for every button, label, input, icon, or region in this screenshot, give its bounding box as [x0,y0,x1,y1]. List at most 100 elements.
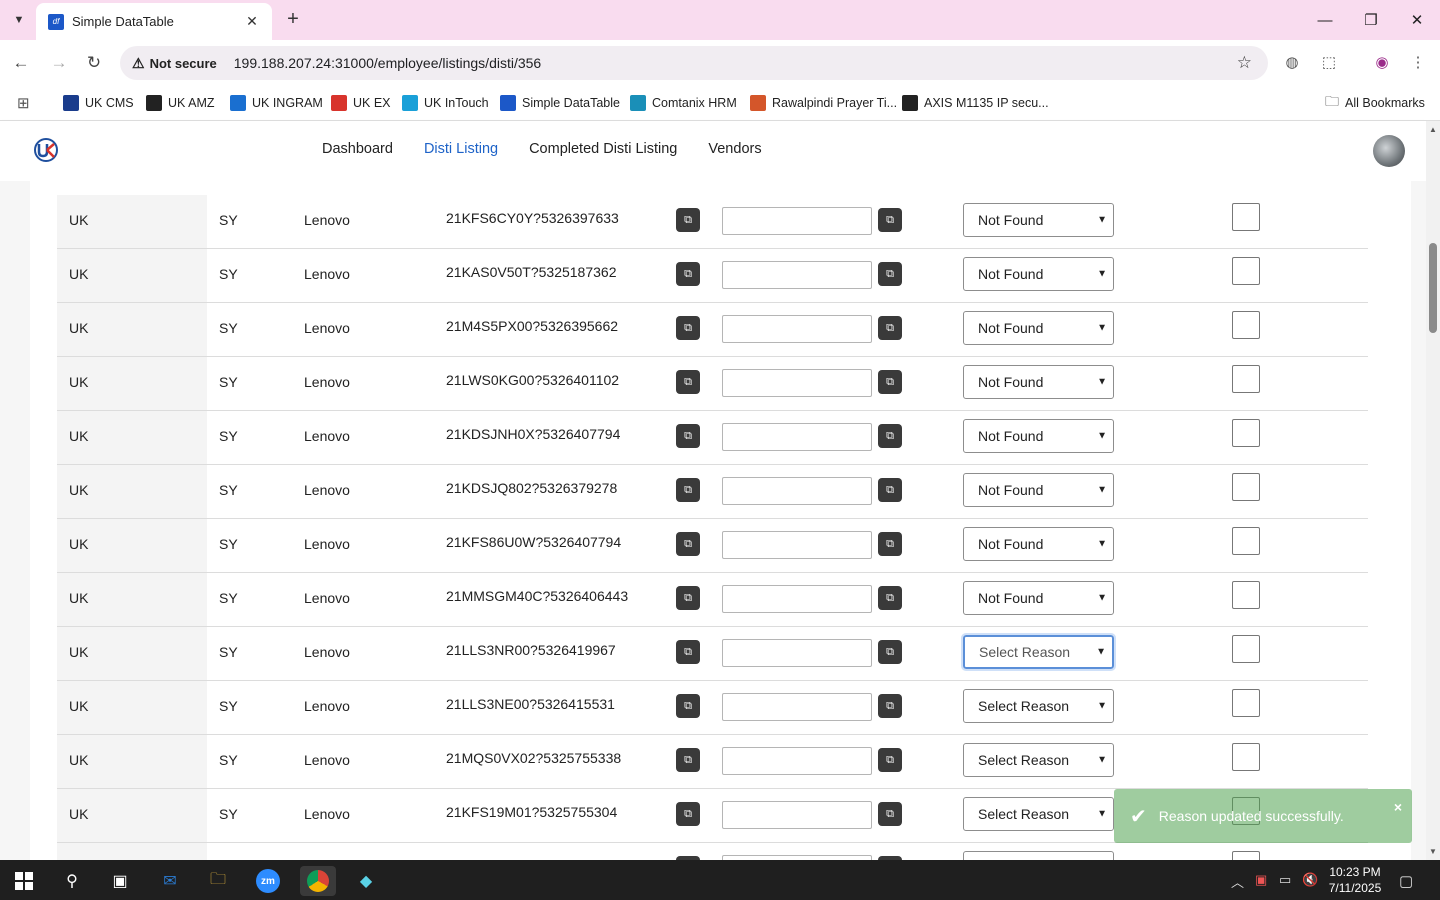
paste-icon[interactable]: ⧉ [878,478,902,502]
address-bar[interactable]: ⚠ Not secure 199.188.207.24:31000/employ… [120,46,1268,80]
restore-icon[interactable]: ❐ [1348,0,1394,40]
row-text-input[interactable] [722,477,872,505]
browser-tab[interactable]: df Simple DataTable ✕ [36,3,272,40]
row-text-input[interactable] [722,585,872,613]
paste-icon[interactable]: ⧉ [878,208,902,232]
nav-link-vendors[interactable]: Vendors [708,141,761,157]
reason-select[interactable]: Select Reason ▼ [963,689,1114,723]
browser-menu-icon[interactable]: ⋮ [1406,50,1430,74]
nav-link-dashboard[interactable]: Dashboard [322,141,393,157]
copy-sku-icon[interactable]: ⧉ [676,208,700,232]
bookmark-item[interactable]: UK CMS [63,93,134,113]
row-checkbox[interactable] [1232,365,1260,393]
reason-select[interactable]: Not Found ▼ [963,365,1114,399]
paste-icon[interactable]: ⧉ [878,370,902,394]
outlook-icon[interactable]: ✉ [152,866,188,896]
reason-select[interactable] [963,851,1114,860]
clock[interactable]: 10:23 PM 7/11/2025 [1326,864,1384,896]
reason-select[interactable]: Not Found ▼ [963,419,1114,453]
success-toast[interactable]: ✔ Reason updated successfully. × [1114,789,1412,843]
copy-sku-icon[interactable]: ⧉ [676,586,700,610]
user-avatar[interactable] [1373,135,1405,167]
bookmark-item[interactable]: AXIS M1135 IP secu... [902,93,1049,113]
row-text-input[interactable] [722,693,872,721]
bookmark-item[interactable]: Simple DataTable [500,93,620,113]
row-checkbox[interactable] [1232,311,1260,339]
row-text-input[interactable] [722,639,872,667]
row-checkbox[interactable] [1232,689,1260,717]
tab-close-icon[interactable]: ✕ [244,13,260,30]
row-checkbox[interactable] [1232,473,1260,501]
search-icon[interactable]: ⚲ [54,866,90,896]
row-text-input[interactable] [722,531,872,559]
file-explorer-icon[interactable]: 🗀 [200,866,236,896]
copy-sku-icon[interactable]: ⧉ [676,640,700,664]
bookmark-item[interactable]: UK EX [331,93,391,113]
row-text-input[interactable] [722,801,872,829]
paste-icon[interactable]: ⧉ [878,262,902,286]
scroll-down-icon[interactable]: ▼ [1429,847,1437,856]
windows-start-icon[interactable] [6,866,42,896]
row-text-input[interactable] [722,423,872,451]
copy-sku-icon[interactable]: ⧉ [676,370,700,394]
apps-grid-icon[interactable]: ⊞ [17,93,30,113]
paste-icon[interactable]: ⧉ [878,748,902,772]
paste-icon[interactable]: ⧉ [878,424,902,448]
bookmark-item[interactable]: UK InTouch [402,93,489,113]
app-diamond-icon[interactable]: ◆ [348,866,384,896]
window-close-icon[interactable]: ✕ [1394,0,1440,40]
paste-icon[interactable]: ⧉ [878,532,902,556]
paste-icon[interactable]: ⧉ [878,694,902,718]
copy-sku-icon[interactable]: ⧉ [676,478,700,502]
profile-icon[interactable]: ◉ [1370,50,1394,74]
copy-sku-icon[interactable]: ⧉ [676,316,700,340]
row-checkbox[interactable] [1232,203,1260,231]
row-text-input[interactable] [722,315,872,343]
extensions-icon[interactable]: ⬚ [1317,50,1341,74]
chrome-icon[interactable] [300,866,336,896]
bookmark-item[interactable]: UK INGRAM [230,93,323,113]
copy-sku-icon[interactable]: ⧉ [676,532,700,556]
row-text-input[interactable] [722,207,872,235]
scrollbar-thumb[interactable] [1429,243,1437,333]
forward-icon[interactable]: → [48,52,70,74]
url-text[interactable]: 199.188.207.24:31000/employee/listings/d… [234,55,541,71]
reason-select[interactable]: Select Reason ▼ [963,743,1114,777]
row-text-input[interactable] [722,261,872,289]
notifications-icon[interactable]: ▢ [1399,872,1413,890]
reload-icon[interactable]: ↻ [83,52,105,74]
bookmark-item[interactable]: Rawalpindi Prayer Ti... [750,93,897,113]
paste-icon[interactable]: ⧉ [878,640,902,664]
copy-sku-icon[interactable]: ⧉ [676,748,700,772]
toast-close-icon[interactable]: × [1394,799,1402,815]
reason-select[interactable]: Not Found ▼ [963,581,1114,615]
uk-logo-icon[interactable] [33,137,59,163]
copy-sku-icon[interactable]: ⧉ [676,694,700,718]
paste-icon[interactable]: ⧉ [878,316,902,340]
reason-select[interactable]: Not Found ▼ [963,527,1114,561]
tray-app-icon[interactable]: ▣ [1255,872,1267,888]
new-tab-icon[interactable]: + [282,8,304,32]
copy-sku-icon[interactable]: ⧉ [676,802,700,826]
reason-select[interactable]: Select Reason ▼ [961,633,1116,671]
row-text-input[interactable] [722,369,872,397]
paste-icon[interactable]: ⧉ [878,802,902,826]
network-icon[interactable]: ▭ [1279,872,1291,888]
scroll-up-icon[interactable]: ▲ [1429,125,1437,134]
reason-select[interactable]: Not Found ▼ [963,473,1114,507]
reason-select[interactable]: Not Found ▼ [963,311,1114,345]
tab-search-icon[interactable]: ▼ [8,9,30,31]
reason-select[interactable]: Select Reason ▼ [963,797,1114,831]
bookmark-item[interactable]: Comtanix HRM [630,93,737,113]
copy-sku-icon[interactable]: ⧉ [676,262,700,286]
row-text-input[interactable] [722,747,872,775]
tray-overflow-icon[interactable]: ︿ [1231,872,1244,891]
nav-link-completed-disti-listing[interactable]: Completed Disti Listing [529,141,677,157]
reason-select[interactable]: Not Found ▼ [963,203,1114,237]
task-view-icon[interactable]: ▣ [102,866,138,896]
row-checkbox[interactable] [1232,581,1260,609]
back-icon[interactable]: ← [10,52,32,74]
row-checkbox[interactable] [1232,743,1260,771]
reason-select[interactable]: Not Found ▼ [963,257,1114,291]
all-bookmarks[interactable]: 🗀 All Bookmarks [1325,93,1425,113]
